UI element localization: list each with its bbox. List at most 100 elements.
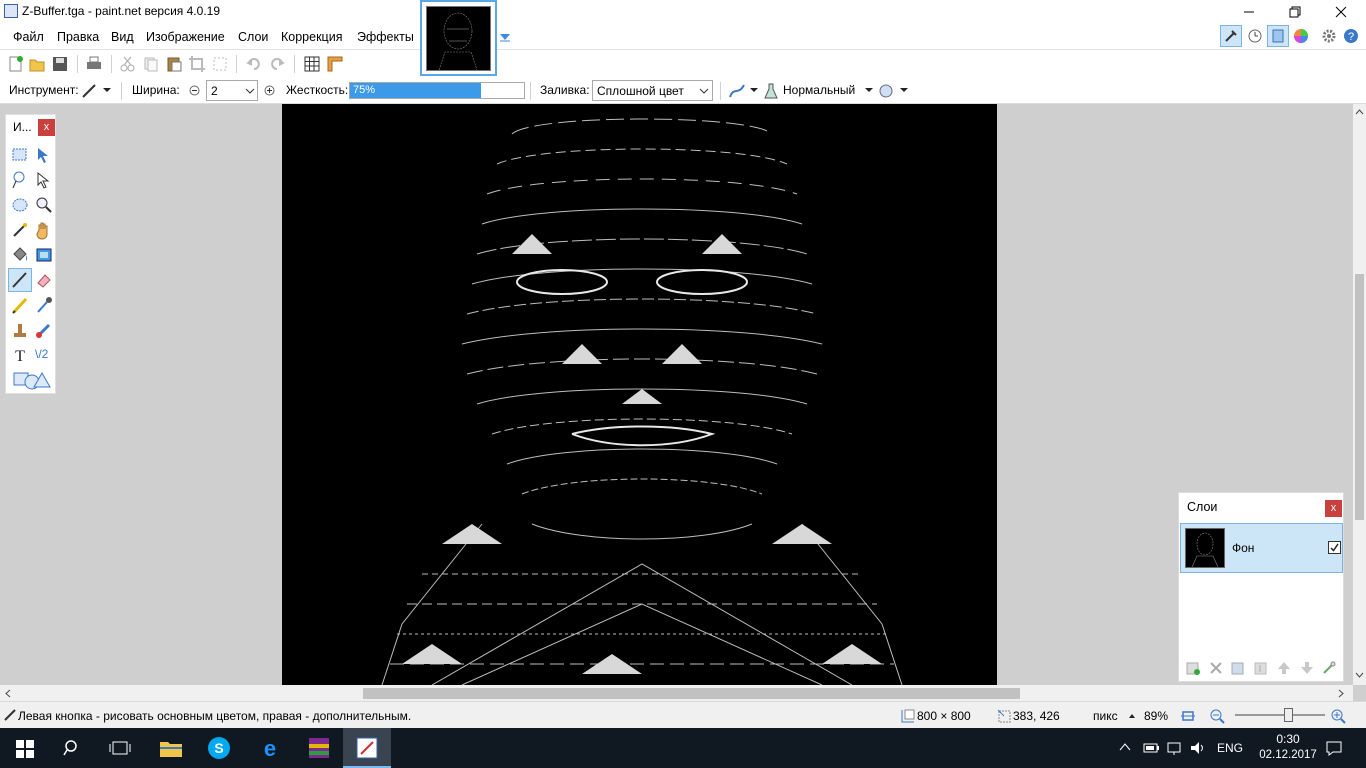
tools-panel-close-button[interactable]: x (38, 119, 55, 136)
chevron-down-icon[interactable] (864, 87, 874, 93)
magic-wand-icon[interactable] (10, 220, 30, 240)
image-list-arrow-icon[interactable] (499, 32, 511, 42)
decrease-width-icon[interactable] (189, 85, 200, 96)
line-curve-icon[interactable]: \/2 (35, 347, 48, 361)
menu-layers[interactable]: Слои (238, 30, 268, 44)
paintbrush-tool-selected[interactable] (8, 268, 32, 292)
selection-mode-icon[interactable] (877, 82, 895, 100)
paintbrush-tool-icon[interactable] (80, 82, 98, 100)
network-icon[interactable] (1166, 740, 1184, 756)
search-icon[interactable] (63, 739, 81, 757)
menu-adjustments[interactable]: Коррекция (281, 30, 342, 44)
windows-start-icon[interactable] (16, 740, 34, 758)
undo-icon[interactable] (245, 55, 263, 73)
delete-layer-icon[interactable] (1208, 660, 1224, 676)
vertical-scrollbar[interactable] (1353, 104, 1366, 685)
blend-mode-icon[interactable] (762, 82, 780, 100)
zoom-slider-knob[interactable] (1284, 708, 1293, 722)
history-window-toggle[interactable] (1246, 27, 1264, 45)
open-icon[interactable] (28, 55, 46, 73)
merge-down-icon[interactable] (1253, 660, 1269, 676)
ellipse-select-icon[interactable] (10, 195, 30, 215)
lasso-icon[interactable] (10, 170, 30, 190)
task-view-icon[interactable] (109, 739, 131, 757)
text-icon[interactable]: T (10, 345, 30, 365)
width-field[interactable]: 2 (206, 80, 258, 101)
volume-icon[interactable] (1189, 740, 1207, 756)
edge-browser-icon[interactable]: e (258, 736, 282, 760)
layers-window-toggle[interactable] (1267, 25, 1289, 47)
input-language[interactable]: ENG (1217, 741, 1243, 755)
notifications-icon[interactable] (1325, 740, 1343, 756)
layers-panel-close-button[interactable]: x (1325, 500, 1342, 517)
pan-icon[interactable] (34, 220, 54, 240)
menu-edit[interactable]: Правка (57, 30, 99, 44)
battery-icon[interactable] (1142, 740, 1160, 756)
horizontal-scroll-thumb[interactable] (363, 688, 1020, 699)
copy-icon[interactable] (142, 55, 160, 73)
chevron-down-icon[interactable] (102, 87, 112, 93)
chevron-down-icon[interactable] (749, 87, 759, 93)
vertical-scroll-thumb[interactable] (1355, 274, 1364, 520)
minimize-button[interactable] (1226, 0, 1272, 24)
skype-icon[interactable]: S (207, 736, 231, 760)
add-layer-icon[interactable] (1185, 660, 1201, 676)
fill-mode-select[interactable]: Сплошной цвет (592, 80, 713, 101)
chevron-up-icon[interactable] (1128, 713, 1136, 719)
shapes-icon[interactable] (12, 369, 52, 391)
zoom-level[interactable]: 89% (1144, 709, 1168, 723)
menu-effects[interactable]: Эффекты (357, 30, 414, 44)
maximize-button[interactable] (1272, 0, 1318, 24)
move-selected-icon[interactable] (34, 170, 54, 190)
print-icon[interactable] (85, 55, 103, 73)
gradient-icon[interactable] (34, 245, 54, 265)
zoom-slider-track[interactable] (1235, 708, 1325, 722)
zoom-to-window-icon[interactable] (1180, 708, 1196, 724)
recolor-icon[interactable] (34, 320, 54, 340)
layer-properties-icon[interactable] (1321, 660, 1337, 676)
move-layer-up-icon[interactable] (1276, 660, 1292, 676)
duplicate-layer-icon[interactable] (1230, 660, 1246, 676)
move-layer-down-icon[interactable] (1299, 660, 1315, 676)
blend-mode-value[interactable]: Нормальный (783, 83, 855, 97)
zoom-icon[interactable] (34, 195, 54, 215)
cut-icon[interactable] (119, 55, 137, 73)
clock-time[interactable]: 0:30 (1268, 732, 1308, 746)
scroll-down-icon[interactable] (1355, 672, 1364, 679)
chevron-down-icon[interactable] (245, 88, 255, 94)
menu-file[interactable]: Файл (13, 30, 44, 44)
colors-window-toggle[interactable] (1292, 27, 1310, 45)
color-picker-icon[interactable] (34, 295, 54, 315)
horizontal-scrollbar[interactable] (0, 685, 1353, 701)
increase-width-icon[interactable] (264, 85, 275, 96)
layer-row[interactable]: Фон (1180, 523, 1343, 573)
deselect-icon[interactable] (211, 55, 229, 73)
zoom-in-icon[interactable] (1330, 708, 1346, 724)
scroll-left-icon[interactable] (4, 689, 11, 698)
close-window-button[interactable] (1318, 0, 1364, 24)
grid-icon[interactable] (303, 55, 321, 73)
hardness-slider[interactable]: 75% (349, 82, 525, 99)
chevron-down-icon[interactable] (899, 87, 909, 93)
units-select[interactable]: пикс (1093, 709, 1118, 723)
antialiasing-icon[interactable] (728, 82, 746, 100)
chevron-down-icon[interactable] (699, 88, 709, 94)
paint-bucket-icon[interactable] (10, 245, 30, 265)
save-icon[interactable] (51, 55, 69, 73)
menu-view[interactable]: Вид (111, 30, 134, 44)
new-image-icon[interactable] (7, 55, 25, 73)
help-button[interactable]: ? (1342, 27, 1360, 45)
zoom-out-icon[interactable] (1209, 708, 1225, 724)
pencil-icon[interactable] (10, 295, 30, 315)
image-canvas[interactable] (282, 104, 997, 685)
paste-icon[interactable] (165, 55, 183, 73)
file-explorer-icon[interactable] (159, 737, 183, 759)
clock-date[interactable]: 02.12.2017 (1259, 749, 1317, 761)
scroll-up-icon[interactable] (1355, 108, 1364, 115)
rect-select-icon[interactable] (10, 145, 30, 165)
taskbar-paintnet-active[interactable] (343, 728, 391, 768)
layer-visibility-checkbox[interactable] (1328, 541, 1341, 554)
eraser-icon[interactable] (34, 270, 54, 290)
tools-window-toggle[interactable] (1220, 25, 1242, 47)
show-hidden-icons-icon[interactable] (1119, 742, 1131, 752)
